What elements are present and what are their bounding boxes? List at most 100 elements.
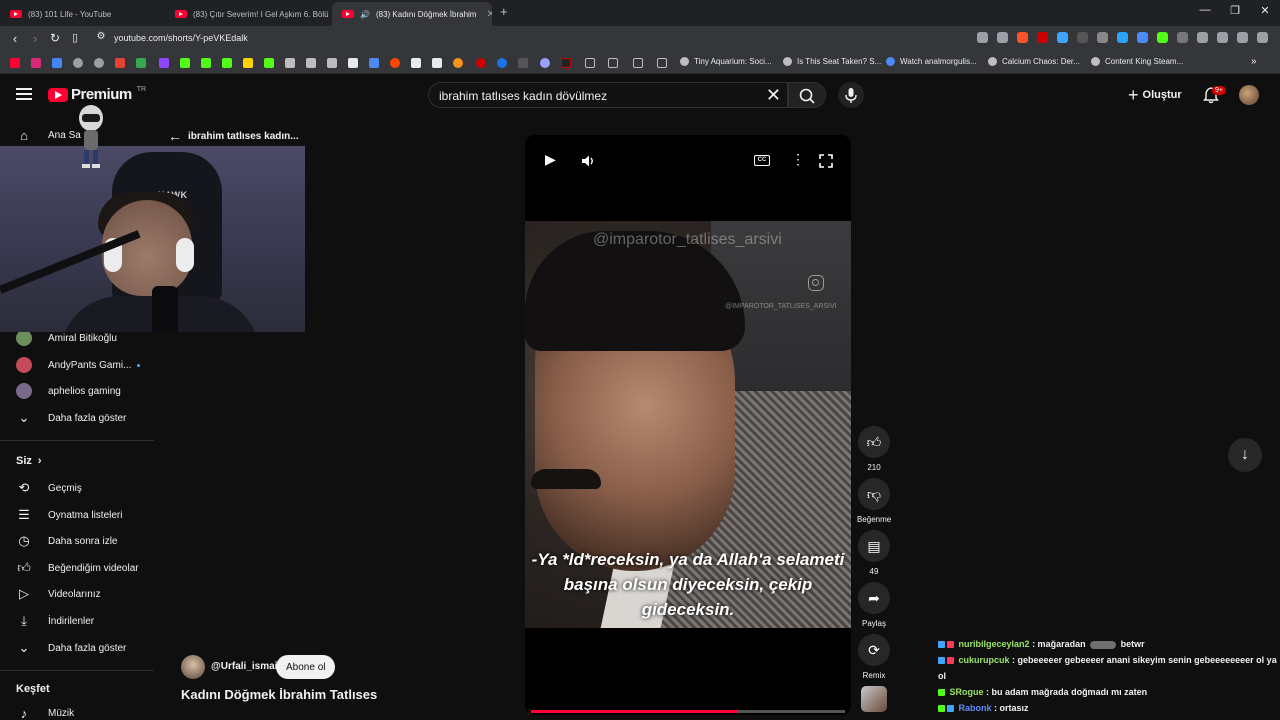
sidebar-item-watch-later[interactable]: ◷ Daha sonra izle <box>16 530 117 552</box>
show-more-button[interactable]: ⌄ Daha fazla göster <box>16 637 127 659</box>
subscribe-button[interactable]: Abone ol <box>276 655 336 679</box>
fullscreen-icon[interactable] <box>819 154 833 168</box>
site-info-icon[interactable]: ⚙ <box>92 31 110 42</box>
dislike-button[interactable]: 👎︎ Beğenme <box>857 478 891 524</box>
clear-search-icon[interactable]: ✕ <box>766 85 781 106</box>
more-options-icon[interactable]: ⋮ <box>791 151 805 168</box>
bookmark-link[interactable]: Content King Steam... <box>1091 57 1183 66</box>
ublock-icon[interactable] <box>1037 32 1048 43</box>
play-icon[interactable]: ▶ <box>545 151 556 168</box>
sidebar-item-liked[interactable]: 👍︎ Beğendiğim videolar <box>16 557 138 579</box>
sidebar-item-downloads[interactable]: ⤓ İndirilenler <box>16 610 94 632</box>
youtube-logo[interactable]: Premium TR <box>48 86 146 103</box>
extension-icon[interactable] <box>1177 32 1188 43</box>
bookmark-icon[interactable] <box>540 58 550 68</box>
sidebar-item-history[interactable]: ⟲ Geçmiş <box>16 477 82 499</box>
bookmark-link[interactable]: Watch analmorgulis... <box>886 57 977 66</box>
sidebar-you-heading[interactable]: Siz › <box>16 455 42 467</box>
bookmark-icon[interactable] <box>243 58 253 68</box>
bookmark-icon[interactable] <box>411 58 421 68</box>
bookmark-link[interactable]: Calcium Chaos: Der... <box>988 57 1080 66</box>
voice-search-button[interactable] <box>838 82 864 108</box>
maximize-button[interactable]: ❐ <box>1220 4 1250 17</box>
bookmark-link[interactable]: Tiny Aquarium: Soci... <box>680 57 772 66</box>
folder-icon[interactable] <box>608 58 618 68</box>
like-button[interactable]: 👍︎ 210 <box>857 426 891 472</box>
bookmark-icon[interactable] <box>497 58 507 68</box>
sidebar-item-music[interactable]: ♪ Müzik <box>16 702 74 720</box>
bookmark-icon[interactable] <box>453 58 463 68</box>
sidebar-item-subscription[interactable]: aphelios gaming <box>16 380 121 402</box>
instagram-bookmark-icon[interactable] <box>31 58 41 68</box>
share-button[interactable]: ➦ Paylaş <box>857 582 891 628</box>
gmail-bookmark-icon[interactable] <box>115 58 125 68</box>
bookmark-icon[interactable] <box>476 58 486 68</box>
back-icon[interactable]: ‹ <box>6 31 24 46</box>
x-bookmark-icon[interactable] <box>348 58 358 68</box>
share-icon[interactable] <box>997 32 1008 43</box>
shorts-player[interactable]: ▶ CC ⋮ @imparotor_tatlises_arsivi @IMPAR… <box>525 135 851 715</box>
sidebar-item-home[interactable]: ⌂ Ana Sa <box>16 124 81 146</box>
bookmark-icon[interactable] <box>52 58 62 68</box>
bookmark-icon[interactable] <box>94 58 104 68</box>
bookmark-icon[interactable] <box>73 58 83 68</box>
drive-bookmark-icon[interactable] <box>136 58 146 68</box>
minimize-button[interactable]: — <box>1190 4 1220 16</box>
folder-icon[interactable] <box>585 58 595 68</box>
bookmark-icon[interactable] <box>285 58 295 68</box>
bookmark-icon[interactable] <box>327 58 337 68</box>
comments-button[interactable]: ▤ 49 <box>857 530 891 576</box>
search-input[interactable]: ibrahim tatlıses kadın dövülmez ✕ <box>428 82 788 108</box>
browser-tab[interactable]: (83) 101 Life - YouTube <box>0 2 165 26</box>
close-tab-icon[interactable]: ✕ <box>486 9 492 20</box>
channel-handle[interactable]: @Urfali_ismail <box>211 661 280 672</box>
url-field[interactable]: youtube.com/shorts/Y-peVKEdalk <box>114 33 248 43</box>
reddit-bookmark-icon[interactable] <box>390 58 400 68</box>
back-to-search-link[interactable]: ← ibrahim tatlıses kadın... <box>168 128 299 144</box>
close-window-button[interactable]: ✕ <box>1250 4 1280 17</box>
volume-icon[interactable] <box>581 154 595 168</box>
puzzle-icon[interactable] <box>1197 32 1208 43</box>
sidebar-item-playlists[interactable]: ☰ Oynatma listeleri <box>16 504 122 526</box>
next-short-button[interactable]: ↓ <box>1228 438 1262 472</box>
extension-icon[interactable] <box>1077 32 1088 43</box>
remix-button[interactable]: ⟳ Remix <box>857 634 891 680</box>
progress-bar[interactable] <box>531 710 845 713</box>
menu-icon[interactable] <box>1257 32 1268 43</box>
extension-icon[interactable] <box>1137 32 1148 43</box>
kick-bookmark-icon[interactable] <box>222 58 232 68</box>
reload-icon[interactable]: ↻ <box>46 31 64 45</box>
browser-tab-active[interactable]: 🔊 (83) Kadını Döğmek İbrahim ✕ <box>332 2 492 26</box>
show-more-button[interactable]: ⌄ Daha fazla göster <box>16 407 127 429</box>
extension-icon[interactable] <box>1057 32 1068 43</box>
bookmark-icon[interactable]: ▯ <box>66 31 84 44</box>
brave-shield-icon[interactable] <box>1017 32 1028 43</box>
kick-bookmark-icon[interactable] <box>180 58 190 68</box>
search-button[interactable] <box>788 82 826 108</box>
extension-icon[interactable] <box>1117 32 1128 43</box>
bookmark-icon[interactable] <box>518 58 528 68</box>
bookmark-icon[interactable] <box>561 58 571 68</box>
browser-tab[interactable]: (83) Çıtır Severim! I Gel Aşkım 6. Bölü <box>165 2 330 26</box>
more-bookmarks-icon[interactable]: » <box>1251 56 1257 67</box>
bookmark-icon[interactable] <box>264 58 274 68</box>
extension-icon[interactable] <box>1097 32 1108 43</box>
create-button[interactable]: + Oluştur <box>1128 84 1182 106</box>
folder-icon[interactable] <box>633 58 643 68</box>
sidebar-icon[interactable] <box>1217 32 1228 43</box>
media-icon[interactable] <box>1237 32 1248 43</box>
bookmark-icon[interactable] <box>306 58 316 68</box>
twitch-bookmark-icon[interactable] <box>159 58 169 68</box>
sound-thumbnail[interactable] <box>861 686 887 712</box>
bookmark-icon[interactable] <box>369 58 379 68</box>
account-avatar[interactable] <box>1239 85 1259 105</box>
kick-bookmark-icon[interactable] <box>201 58 211 68</box>
amazon-bookmark-icon[interactable] <box>432 58 442 68</box>
sidebar-item-subscription[interactable]: AndyPants Gami... <box>16 354 141 376</box>
youtube-bookmark-icon[interactable] <box>10 58 20 68</box>
forward-icon[interactable]: › <box>26 31 44 46</box>
cast-icon[interactable] <box>977 32 988 43</box>
captions-button[interactable]: CC <box>754 155 770 166</box>
channel-avatar[interactable] <box>181 655 205 679</box>
sidebar-item-your-videos[interactable]: ▷ Videolarınız <box>16 583 101 605</box>
